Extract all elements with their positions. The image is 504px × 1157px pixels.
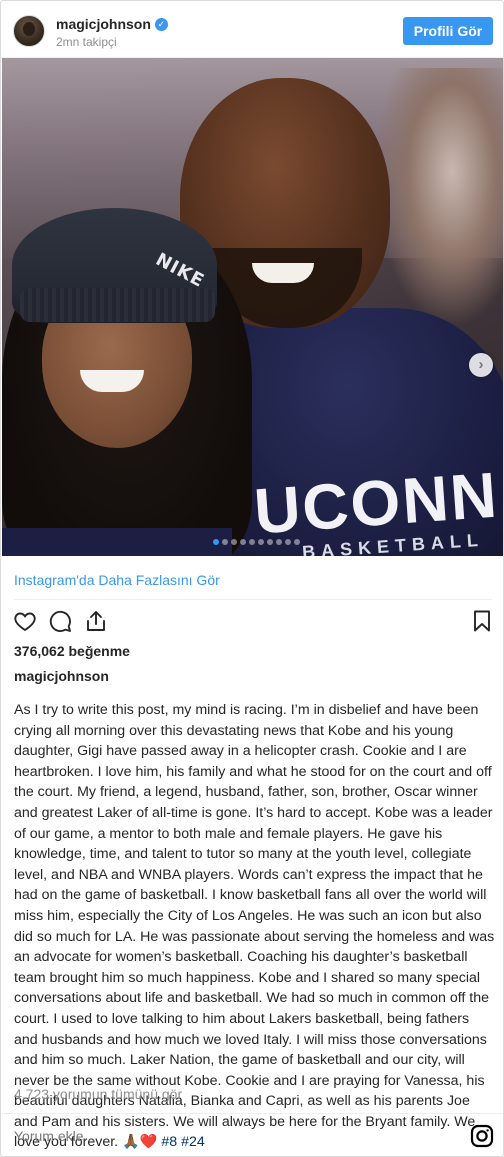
carousel-dot [285, 539, 291, 545]
share-icon[interactable] [83, 608, 109, 634]
username-row: magicjohnson ✓ [56, 15, 168, 33]
post-header: magicjohnson ✓ 2mn takipçi Profili Gör [1, 1, 503, 58]
like-count[interactable]: 376,062 beğenme [14, 643, 130, 659]
username[interactable]: magicjohnson [56, 16, 151, 32]
caption-text: As I try to write this post, my mind is … [14, 702, 495, 1151]
verified-badge-icon: ✓ [154, 17, 168, 31]
carousel-next-icon[interactable]: › [469, 353, 493, 377]
follower-count: 2mn takipçi [56, 35, 117, 49]
photo-beanie-band [20, 288, 215, 322]
bookmark-icon[interactable] [469, 608, 495, 634]
divider [14, 599, 492, 600]
carousel-dot [213, 539, 219, 545]
divider [2, 1113, 503, 1114]
carousel-dot [240, 539, 246, 545]
view-profile-button[interactable]: Profili Gör [403, 17, 493, 45]
post-photo[interactable]: NIKE UCONN BASKETBALL › [2, 58, 503, 556]
carousel-dot [249, 539, 255, 545]
photo-crowd [374, 68, 503, 328]
add-comment-input[interactable] [14, 1128, 434, 1144]
carousel-dot [267, 539, 273, 545]
carousel-dot [222, 539, 228, 545]
carousel-dot [294, 539, 300, 545]
see-more-on-instagram-link[interactable]: Instagram'da Daha Fazlasını Gör [14, 572, 220, 588]
comment-icon[interactable] [47, 608, 73, 634]
caption-username[interactable]: magicjohnson [14, 668, 109, 684]
instagram-embed-card: magicjohnson ✓ 2mn takipçi Profili Gör N… [0, 0, 504, 1157]
avatar[interactable] [13, 15, 45, 47]
carousel-dots [213, 539, 300, 545]
carousel-dot [258, 539, 264, 545]
heart-icon[interactable] [12, 608, 38, 634]
photo-girl-shirt [2, 528, 232, 556]
carousel-dot [231, 539, 237, 545]
view-all-comments-link[interactable]: 4,723 yorumun tümünü gör [14, 1086, 182, 1102]
instagram-logo-icon[interactable] [470, 1124, 494, 1148]
carousel-dot [276, 539, 282, 545]
